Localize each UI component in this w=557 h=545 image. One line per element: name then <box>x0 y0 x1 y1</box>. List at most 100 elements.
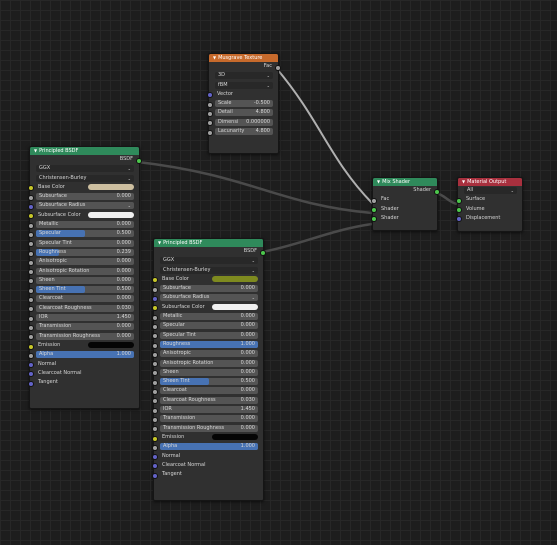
socket-icon[interactable] <box>27 297 34 304</box>
node-header[interactable]: ▼ Material Output <box>458 178 522 186</box>
collapse-arrow-icon[interactable]: ▼ <box>158 240 161 245</box>
socket-icon[interactable] <box>151 314 158 321</box>
socket-icon[interactable] <box>259 249 266 256</box>
socket-icon[interactable] <box>455 216 462 223</box>
socket-icon[interactable] <box>27 324 34 331</box>
socket-icon[interactable] <box>206 92 213 99</box>
anisotropic-rotation-field[interactable]: Anisotropic Rotation 0.000 <box>36 267 134 275</box>
metallic-field[interactable]: Metallic 0.000 <box>160 313 258 321</box>
collapse-arrow-icon[interactable]: ▼ <box>462 179 465 184</box>
principled-bsdf-node-right[interactable]: ▼ Principled BSDF BSDF GGX ⌄ Christensen-Bur… <box>151 238 266 501</box>
socket-icon[interactable] <box>27 241 34 248</box>
alpha-field[interactable]: Alpha 1.000 <box>160 443 258 451</box>
target-dropdown[interactable]: All ⌄ <box>464 187 517 194</box>
socket-icon[interactable] <box>151 333 158 340</box>
anisotropic-rotation-field[interactable]: Anisotropic Rotation 0.000 <box>160 359 258 367</box>
subsurface-method-dropdown[interactable]: Christensen-Burley ⌄ <box>160 266 258 274</box>
socket-icon[interactable] <box>27 343 34 350</box>
socket-icon[interactable] <box>27 222 34 229</box>
metallic-field[interactable]: Metallic 0.000 <box>36 221 134 229</box>
sheen-field[interactable]: Sheen 0.000 <box>36 276 134 284</box>
musgrave-texture-node[interactable]: ▼ Musgrave Texture Fac 3D ⌄ fBM ⌄ Vector Sc… <box>206 53 281 154</box>
roughness-field[interactable]: Roughness 1.000 <box>160 340 258 348</box>
socket-icon[interactable] <box>27 194 34 201</box>
distribution-dropdown[interactable]: GGX ⌄ <box>160 257 258 265</box>
socket-icon[interactable] <box>206 129 213 136</box>
sheen-tint-field[interactable]: Sheen Tint 0.500 <box>36 286 134 294</box>
socket-icon[interactable] <box>27 250 34 257</box>
dimensions-dropdown[interactable]: 3D ⌄ <box>215 72 273 80</box>
socket-icon[interactable] <box>206 111 213 118</box>
socket-icon[interactable] <box>27 287 34 294</box>
specular-tint-field[interactable]: Specular Tint 0.000 <box>36 239 134 247</box>
alpha-field[interactable]: Alpha 1.000 <box>36 351 134 359</box>
socket-icon[interactable] <box>27 306 34 313</box>
mix-shader-node[interactable]: ▼ Mix Shader Shader Fac Shader Shader <box>370 177 440 231</box>
socket-icon[interactable] <box>151 379 158 386</box>
specular-field[interactable]: Specular 0.500 <box>36 230 134 238</box>
material-output-node[interactable]: ▼ Material Output All ⌄ Surface Volume Dis… <box>455 177 523 232</box>
clearcoat-field[interactable]: Clearcoat 0.000 <box>160 387 258 395</box>
socket-icon[interactable] <box>151 305 158 312</box>
socket-icon[interactable] <box>27 380 34 387</box>
transmission-roughness-field[interactable]: Transmission Roughness 0.000 <box>160 424 258 432</box>
socket-icon[interactable] <box>151 351 158 358</box>
socket-icon[interactable] <box>455 197 462 204</box>
socket-icon[interactable] <box>455 207 462 214</box>
distribution-dropdown[interactable]: GGX ⌄ <box>36 165 134 173</box>
socket-icon[interactable] <box>27 259 34 266</box>
specular-tint-field[interactable]: Specular Tint 0.000 <box>160 331 258 339</box>
dimension-field[interactable]: Dimensi 0.000000 <box>215 118 273 126</box>
emission-color-swatch[interactable] <box>212 434 258 441</box>
transmission-field[interactable]: Transmission 0.000 <box>36 323 134 331</box>
node-header[interactable]: ▼ Mix Shader <box>373 178 437 186</box>
collapse-arrow-icon[interactable]: ▼ <box>213 55 216 60</box>
socket-icon[interactable] <box>151 435 158 442</box>
subsurface-method-dropdown[interactable]: Christensen-Burley ⌄ <box>36 174 134 182</box>
base-color-swatch[interactable] <box>88 184 134 191</box>
socket-icon[interactable] <box>206 101 213 108</box>
socket-icon[interactable] <box>151 454 158 461</box>
sheen-field[interactable]: Sheen 0.000 <box>160 368 258 376</box>
socket-icon[interactable] <box>370 207 377 214</box>
socket-icon[interactable] <box>151 463 158 470</box>
node-header[interactable]: ▼ Musgrave Texture <box>209 54 278 62</box>
socket-icon[interactable] <box>274 64 281 71</box>
subsurface-color-swatch[interactable] <box>88 212 134 219</box>
socket-icon[interactable] <box>151 472 158 479</box>
clearcoat-field[interactable]: Clearcoat 0.000 <box>36 295 134 303</box>
socket-icon[interactable] <box>151 426 158 433</box>
socket-icon[interactable] <box>151 389 158 396</box>
socket-icon[interactable] <box>27 204 34 211</box>
socket-icon[interactable] <box>370 216 377 223</box>
ior-field[interactable]: IOR 1.450 <box>36 314 134 322</box>
socket-icon[interactable] <box>151 361 158 368</box>
socket-icon[interactable] <box>27 315 34 322</box>
socket-icon[interactable] <box>27 213 34 220</box>
socket-icon[interactable] <box>27 278 34 285</box>
roughness-field[interactable]: Roughness 0.239 <box>36 248 134 256</box>
subsurface-color-swatch[interactable] <box>212 304 258 311</box>
socket-icon[interactable] <box>151 444 158 451</box>
socket-icon[interactable] <box>27 371 34 378</box>
socket-icon[interactable] <box>27 231 34 238</box>
socket-icon[interactable] <box>151 416 158 423</box>
socket-icon[interactable] <box>206 120 213 127</box>
socket-icon[interactable] <box>151 407 158 414</box>
subsurface-radius-dropdown[interactable]: Subsurface Radius ⌄ <box>160 294 258 302</box>
specular-field[interactable]: Specular 0.000 <box>160 322 258 330</box>
socket-icon[interactable] <box>151 370 158 377</box>
anisotropic-field[interactable]: Anisotropic 0.000 <box>36 258 134 266</box>
socket-icon[interactable] <box>370 197 377 204</box>
lacunarity-field[interactable]: Lacunarity 4.800 <box>215 128 273 136</box>
subsurface-field[interactable]: Subsurface 0.000 <box>36 193 134 201</box>
socket-icon[interactable] <box>27 352 34 359</box>
node-header[interactable]: ▼ Principled BSDF <box>154 239 263 247</box>
anisotropic-field[interactable]: Anisotropic 0.000 <box>160 350 258 358</box>
socket-icon[interactable] <box>27 269 34 276</box>
socket-icon[interactable] <box>433 188 440 195</box>
socket-icon[interactable] <box>27 185 34 192</box>
detail-field[interactable]: Detail 4.800 <box>215 109 273 117</box>
socket-icon[interactable] <box>27 362 34 369</box>
sheen-tint-field[interactable]: Sheen Tint 0.500 <box>160 378 258 386</box>
